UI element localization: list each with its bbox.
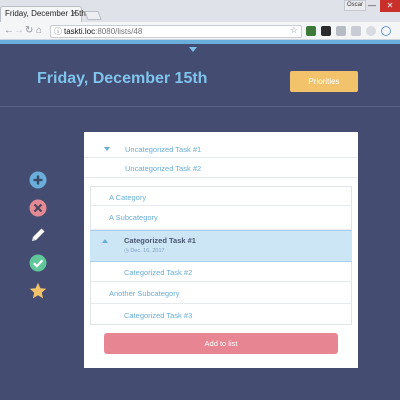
window-user-badge[interactable]: Oscar: [344, 0, 366, 11]
task-label: Categorized Task #3: [124, 311, 193, 320]
browser-tabstrip: Friday, December 15th × Oscar — ✕: [0, 0, 400, 22]
extension-icon[interactable]: [351, 26, 361, 36]
subcategory-item[interactable]: Another Subcategory: [90, 282, 352, 304]
category-label: A Category: [109, 193, 147, 202]
category-item[interactable]: A Category: [90, 186, 352, 206]
list-item[interactable]: Uncategorized Task #1: [84, 138, 358, 158]
task-label: Categorized Task #1: [124, 236, 196, 245]
url-text: taskti.loc:8080/lists/48: [64, 27, 142, 36]
bookmark-star-icon[interactable]: ☆: [290, 25, 298, 36]
header-divider: [0, 106, 400, 107]
task-label: Uncategorized Task #2: [125, 164, 202, 173]
selected-task-row[interactable]: Categorized Task #1 ◷ Dec. 16, 2017: [90, 230, 352, 262]
x-circle-icon[interactable]: [29, 199, 47, 217]
chevron-up-icon[interactable]: [102, 239, 108, 243]
new-tab-button[interactable]: [84, 11, 102, 20]
chevron-down-icon[interactable]: [104, 147, 110, 151]
chevron-down-icon[interactable]: [189, 47, 197, 52]
check-circle-icon[interactable]: [29, 254, 47, 272]
task-label: Uncategorized Task #1: [125, 145, 202, 154]
plus-circle-icon[interactable]: [29, 171, 47, 189]
list-item[interactable]: Categorized Task #2: [90, 262, 352, 282]
site-info-icon[interactable]: ⓘ: [54, 26, 62, 37]
window-minimize-button[interactable]: —: [368, 1, 376, 10]
tab-close-button[interactable]: ×: [72, 8, 77, 18]
list-item[interactable]: Categorized Task #3: [90, 304, 352, 325]
subcategory-item[interactable]: A Subcategory: [90, 206, 352, 230]
extension-icon[interactable]: [381, 26, 391, 36]
star-icon[interactable]: [29, 282, 47, 300]
window-close-button[interactable]: ✕: [380, 0, 400, 12]
subcategory-label: Another Subcategory: [109, 289, 180, 298]
pencil-icon[interactable]: [29, 226, 47, 244]
list-item[interactable]: Uncategorized Task #2: [84, 158, 358, 178]
add-to-list-button[interactable]: Add to list: [104, 333, 338, 354]
extension-icon[interactable]: [306, 26, 316, 36]
url-host: taskti.loc: [64, 27, 96, 36]
priorities-button[interactable]: Priorities: [290, 71, 358, 92]
top-accent-bar: [0, 40, 400, 44]
extension-icon[interactable]: [336, 26, 346, 36]
back-icon[interactable]: ←: [4, 25, 14, 36]
extension-icon[interactable]: [366, 26, 376, 36]
home-icon[interactable]: ⌂: [36, 25, 42, 36]
address-bar[interactable]: ⓘ taskti.loc:8080/lists/48 ☆: [50, 25, 302, 38]
forward-icon[interactable]: →: [14, 25, 24, 36]
task-label: Categorized Task #2: [124, 268, 193, 277]
browser-tab[interactable]: Friday, December 15th ×: [0, 6, 86, 22]
page-title: Friday, December 15th: [37, 70, 208, 87]
task-due-date: ◷ Dec. 16, 2017: [124, 248, 165, 254]
subcategory-label: A Subcategory: [109, 213, 158, 222]
url-path: :8080/lists/48: [95, 27, 143, 36]
extension-icon[interactable]: [321, 26, 331, 36]
reload-icon[interactable]: ↻: [25, 25, 33, 36]
